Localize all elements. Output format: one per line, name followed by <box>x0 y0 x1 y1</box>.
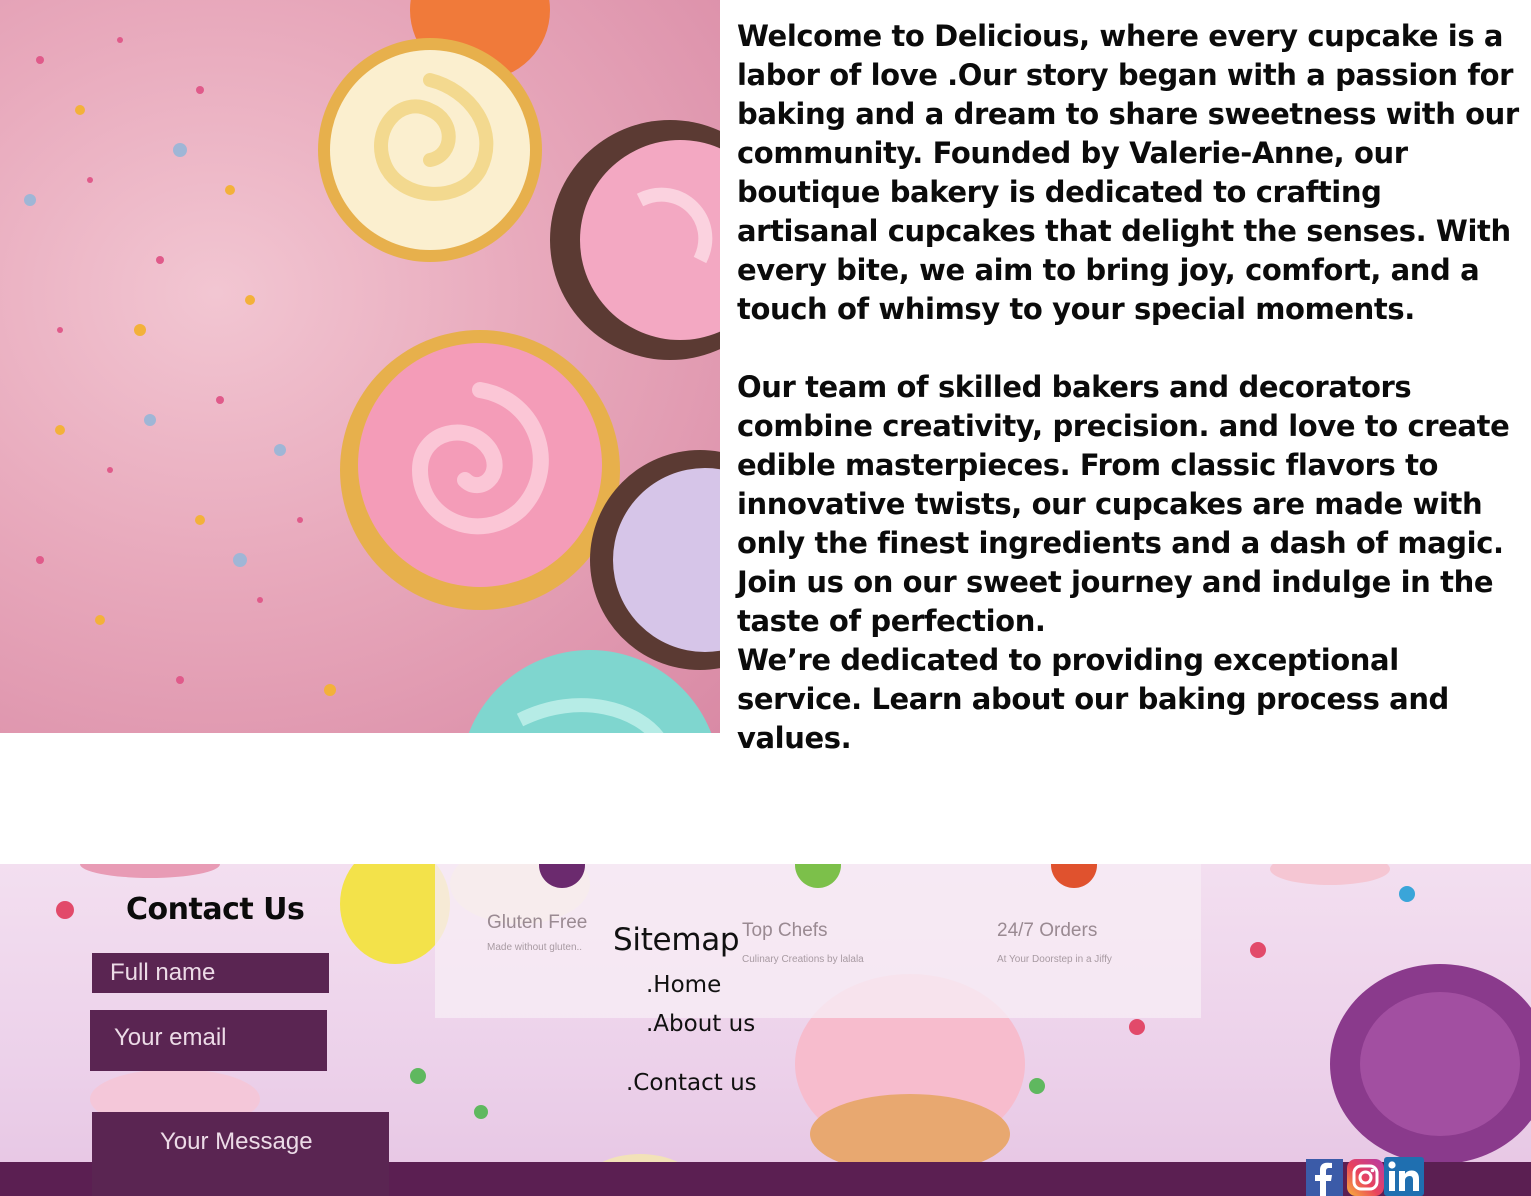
email-field[interactable]: Your email <box>90 1010 327 1071</box>
message-field[interactable]: Your Message <box>92 1112 389 1196</box>
cupcakes-hero-image <box>0 0 720 733</box>
feature-title: Top Chefs <box>742 920 828 941</box>
feature-title: 24/7 Orders <box>997 920 1098 941</box>
sitemap-title: Sitemap <box>613 922 740 958</box>
linkedin-icon[interactable] <box>1384 1157 1424 1196</box>
about-paragraph-1: Welcome to Delicious, where every cupcak… <box>737 19 1519 326</box>
cupcake-icon <box>1051 864 1097 888</box>
full-name-field[interactable]: Full name <box>92 953 329 993</box>
features-panel: Gluten Free Made without gluten.. Top Ch… <box>435 864 1201 1018</box>
about-paragraph-2: Our team of skilled bakers and decorator… <box>737 370 1510 638</box>
sitemap-link-contact[interactable]: .Contact us <box>626 1070 757 1096</box>
feature-subtitle: Culinary Creations by lalala <box>742 954 864 965</box>
facebook-icon[interactable] <box>1306 1159 1343 1196</box>
footer: Gluten Free Made without gluten.. Top Ch… <box>0 864 1531 1196</box>
about-section: Welcome to Delicious, where every cupcak… <box>737 17 1531 758</box>
feature-title: Gluten Free <box>487 912 588 933</box>
contact-title: Contact Us <box>126 892 305 927</box>
sitemap-link-home[interactable]: .Home <box>646 972 721 998</box>
feature-subtitle: Made without gluten.. <box>487 942 583 953</box>
cupcake-icon <box>795 864 841 888</box>
cupcakes-illustration <box>24 0 720 733</box>
sitemap-link-about[interactable]: .About us <box>646 1011 755 1037</box>
instagram-icon[interactable] <box>1347 1159 1384 1196</box>
cupcake-icon <box>539 864 585 888</box>
about-paragraph-3: We’re dedicated to providing exceptional… <box>737 643 1449 755</box>
feature-subtitle: At Your Doorstep in a Jiffy <box>997 954 1112 965</box>
